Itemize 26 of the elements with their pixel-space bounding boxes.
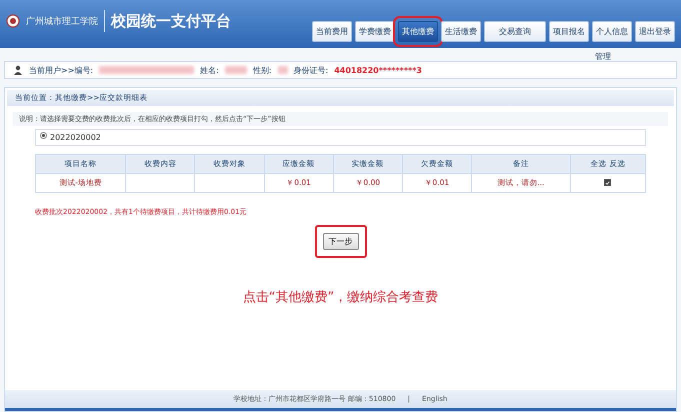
- batch-label: 2022020002: [50, 133, 101, 142]
- school-emblem-icon: [6, 14, 20, 28]
- nav-tab[interactable]: 交易查询: [484, 21, 546, 42]
- radio-button[interactable]: [40, 132, 47, 138]
- table-cell: [126, 174, 195, 192]
- checkbox[interactable]: [604, 179, 612, 186]
- id-label: 身份证号:: [294, 64, 328, 76]
- gender-label: 性别:: [252, 64, 272, 76]
- user-id-label: 当前用户>>编号:: [29, 64, 94, 76]
- platform-title: 校园统一支付平台: [111, 12, 231, 30]
- nav-tab[interactable]: 学费缴费: [355, 21, 395, 42]
- table-cell: [194, 174, 264, 192]
- manage-link[interactable]: 管理: [595, 51, 611, 61]
- nav-tab[interactable]: 退出登录: [635, 21, 675, 42]
- redacted-value: [278, 66, 288, 74]
- nav-tab[interactable]: 个人信息: [592, 21, 632, 42]
- nav-tab[interactable]: 当前费用: [312, 21, 352, 42]
- id-number: 44018220*********3: [334, 66, 422, 74]
- name-label: 姓名:: [200, 64, 219, 76]
- annotation-text: 点击“其他缴费”，缴纳综合考查费: [242, 289, 440, 306]
- school-name: 广州城市理工学院: [26, 16, 98, 28]
- next-button[interactable]: 下一步: [322, 233, 358, 250]
- user-icon: [13, 65, 23, 75]
- nav-tab[interactable]: 生活缴费: [441, 21, 481, 42]
- redacted-value: [224, 66, 247, 74]
- nav-tab[interactable]: 项目报名: [549, 21, 589, 42]
